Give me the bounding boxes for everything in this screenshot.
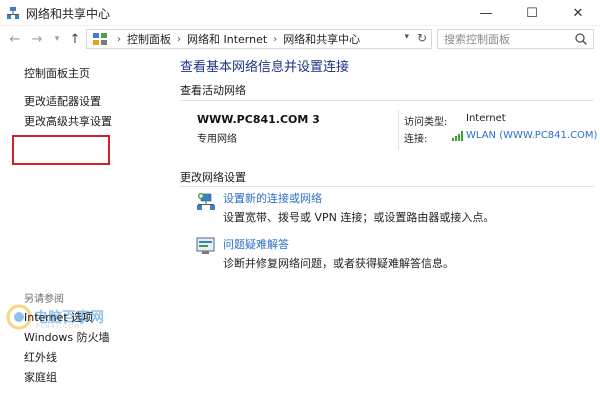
new-connection-icon bbox=[197, 193, 215, 210]
search-box[interactable] bbox=[437, 29, 594, 49]
homegroup-link[interactable]: 家庭组 bbox=[24, 369, 57, 385]
arrow-left-icon: ← bbox=[9, 31, 21, 47]
control-panel-icon bbox=[89, 30, 111, 48]
internet-options-link[interactable]: Internet 选项 bbox=[24, 309, 93, 325]
change-adapter-settings-link[interactable]: 更改适配器设置 bbox=[24, 93, 101, 109]
infrared-link[interactable]: 红外线 bbox=[24, 349, 57, 365]
up-button[interactable]: ↑ bbox=[66, 30, 84, 48]
access-type-label: 访问类型: bbox=[404, 117, 448, 128]
troubleshoot-icon bbox=[196, 237, 215, 254]
troubleshoot-desc: 诊断并修复网络问题，或者获得疑难解答信息。 bbox=[223, 257, 454, 270]
highlight-box bbox=[12, 135, 110, 165]
network-center-icon bbox=[7, 7, 19, 19]
forward-button[interactable]: → bbox=[28, 30, 46, 48]
minimize-icon: — bbox=[479, 5, 493, 21]
breadcrumb-control-panel[interactable]: 控制面板 bbox=[127, 31, 171, 47]
close-button[interactable]: ✕ bbox=[555, 0, 600, 26]
windows-firewall-link[interactable]: Windows 防火墙 bbox=[24, 329, 110, 345]
arrow-right-icon: → bbox=[31, 31, 43, 47]
section-divider bbox=[180, 186, 594, 187]
minimize-button[interactable]: — bbox=[463, 0, 509, 26]
chevron-down-icon: ▾ bbox=[54, 34, 60, 44]
window-title: 网络和共享中心 bbox=[26, 7, 111, 21]
recent-locations-button[interactable]: ▾ bbox=[48, 30, 66, 48]
control-panel-home-link[interactable]: 控制面板主页 bbox=[24, 65, 90, 81]
change-settings-heading: 更改网络设置 bbox=[180, 171, 246, 184]
address-row: ← → ▾ ↑ › 控制面板 › 网络和 Internet › 网络和共享中心 … bbox=[0, 26, 600, 52]
refresh-icon[interactable]: ↻ bbox=[417, 31, 427, 45]
wifi-signal-icon bbox=[452, 131, 463, 141]
address-dropdown-icon[interactable]: ▾ bbox=[404, 32, 409, 42]
title-bar: 网络和共享中心 — ☐ ✕ bbox=[0, 0, 600, 26]
breadcrumb-separator: › bbox=[273, 33, 278, 45]
maximize-button[interactable]: ☐ bbox=[509, 0, 555, 26]
vertical-divider bbox=[398, 110, 399, 150]
setup-new-connection-link[interactable]: 设置新的连接或网络 bbox=[223, 190, 322, 206]
setup-new-connection-desc: 设置宽带、拨号或 VPN 连接；或设置路由器或接入点。 bbox=[223, 211, 495, 224]
breadcrumb-separator: › bbox=[117, 33, 121, 45]
access-type-value: Internet bbox=[466, 113, 506, 124]
main-content: 查看基本网络信息并设置连接 查看活动网络 WWW.PC841.COM 3 专用网… bbox=[150, 52, 600, 399]
breadcrumb-network-internet[interactable]: 网络和 Internet bbox=[187, 31, 267, 47]
section-divider bbox=[180, 100, 594, 101]
maximize-icon: ☐ bbox=[526, 5, 538, 21]
back-button[interactable]: ← bbox=[6, 30, 24, 48]
change-advanced-sharing-link[interactable]: 更改高级共享设置 bbox=[24, 113, 112, 129]
left-pane: 控制面板主页 更改适配器设置 更改高级共享设置 电脑百事网 PC841.COM … bbox=[0, 52, 150, 399]
see-also-heading: 另请参阅 bbox=[24, 294, 64, 305]
active-networks-heading: 查看活动网络 bbox=[180, 84, 246, 97]
connection-label: 连接: bbox=[404, 134, 428, 145]
breadcrumb-separator: › bbox=[177, 33, 181, 45]
search-icon[interactable] bbox=[574, 32, 588, 46]
search-input[interactable] bbox=[444, 30, 572, 48]
network-name: WWW.PC841.COM 3 bbox=[197, 113, 320, 126]
arrow-up-icon: ↑ bbox=[69, 31, 81, 47]
page-title: 查看基本网络信息并设置连接 bbox=[180, 60, 350, 75]
network-type[interactable]: 专用网络 bbox=[197, 130, 237, 145]
close-icon: ✕ bbox=[572, 5, 584, 21]
breadcrumb-network-sharing-center[interactable]: 网络和共享中心 bbox=[283, 31, 360, 47]
wlan-connection-link[interactable]: WLAN (WWW.PC841.COM) bbox=[466, 130, 597, 141]
troubleshoot-link[interactable]: 问题疑难解答 bbox=[223, 236, 289, 252]
address-bar[interactable]: › 控制面板 › 网络和 Internet › 网络和共享中心 ▾ ↻ bbox=[86, 29, 432, 49]
